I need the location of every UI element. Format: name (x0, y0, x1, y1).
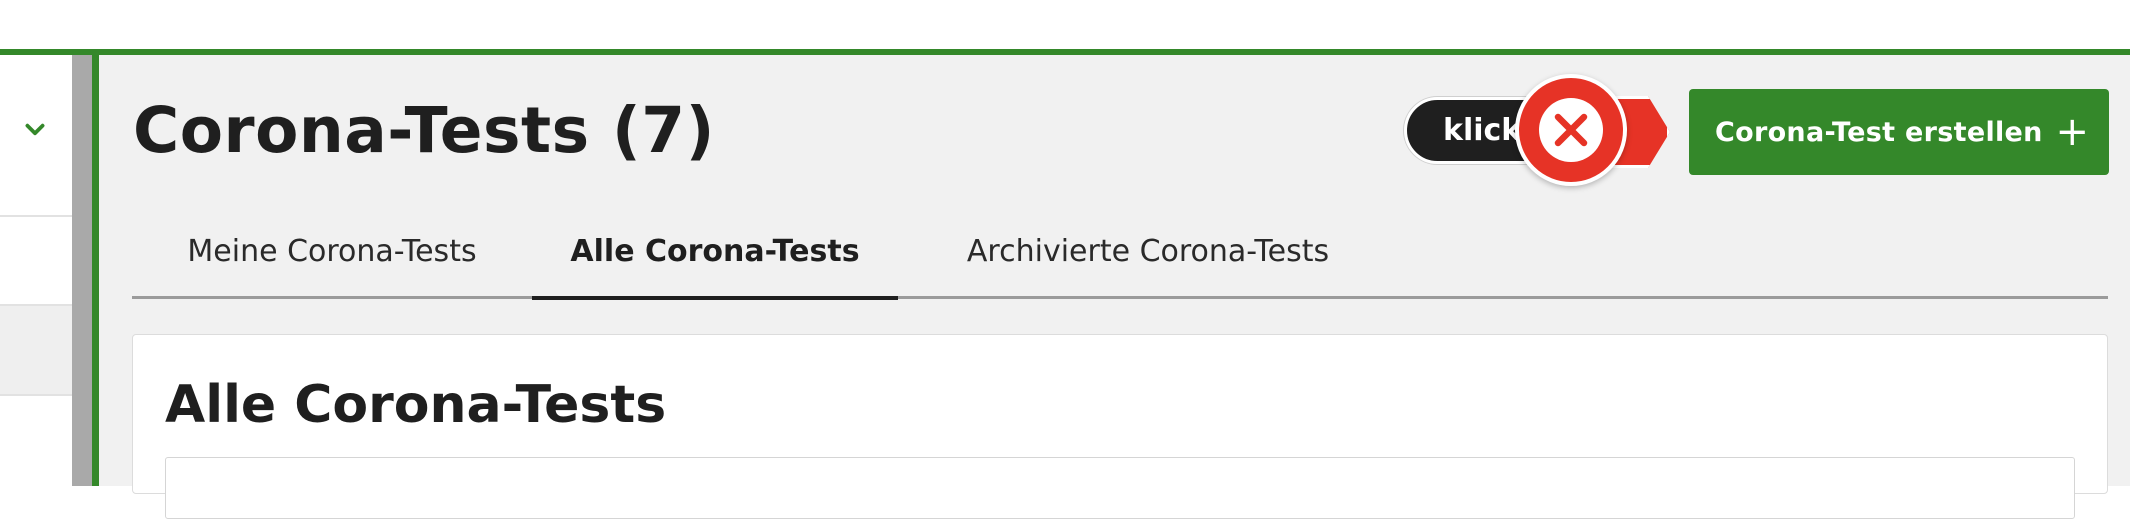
sidebar-divider (0, 215, 72, 217)
tab-label: Meine Corona-Tests (187, 234, 477, 269)
sidebar (0, 55, 72, 486)
create-corona-test-label: Corona-Test erstellen (1715, 116, 2043, 148)
tab-bar: Meine Corona-Tests Alle Corona-Tests Arc… (132, 226, 2108, 302)
sidebar-divider (0, 394, 72, 396)
top-bar (0, 0, 2130, 49)
tab-label: Alle Corona-Tests (570, 234, 860, 269)
close-x-icon (1554, 113, 1588, 147)
scrollbar[interactable] (72, 55, 92, 486)
chevron-down-icon[interactable] (22, 117, 48, 143)
sidebar-item[interactable] (0, 306, 72, 394)
main-accent-border (92, 55, 99, 486)
create-corona-test-button[interactable]: Corona-Test erstellen + (1689, 89, 2109, 175)
corona-tests-card: Alle Corona-Tests (132, 334, 2108, 519)
card-title: Alle Corona-Tests (165, 375, 667, 435)
page-title: Corona-Tests (7) (133, 94, 715, 167)
tab-label: Archivierte Corona-Tests (966, 234, 1330, 269)
tab-alle-corona-tests[interactable]: Alle Corona-Tests (532, 226, 898, 300)
tutorial-close-button[interactable] (1515, 74, 1627, 186)
card-content-box (165, 457, 2075, 519)
tab-meine-corona-tests[interactable]: Meine Corona-Tests (132, 226, 532, 299)
tab-archivierte-corona-tests[interactable]: Archivierte Corona-Tests (898, 226, 1398, 299)
plus-icon: + (2055, 109, 2089, 155)
